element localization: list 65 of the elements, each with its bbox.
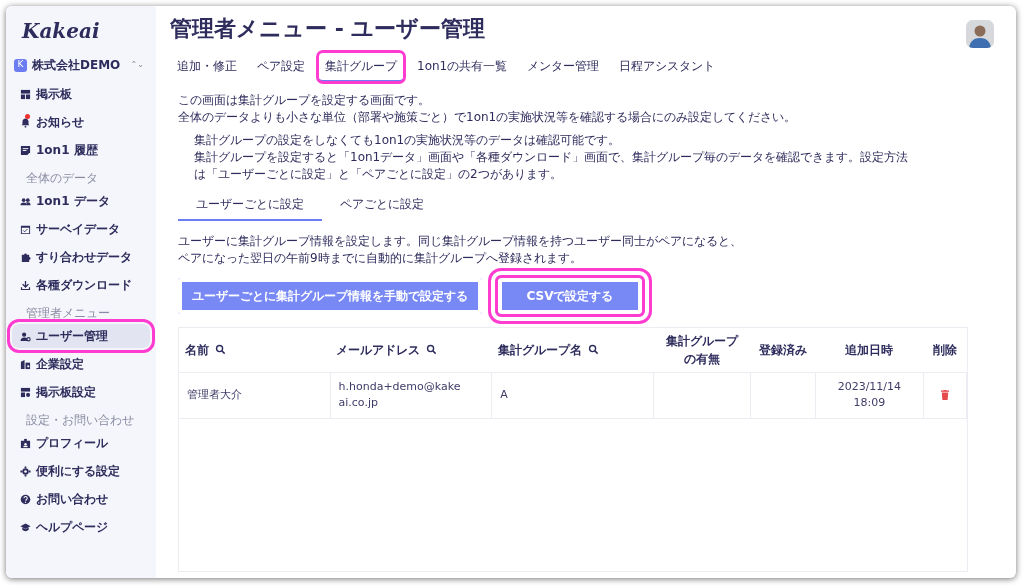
sidebar-item[interactable]: 掲示板設定 (12, 380, 150, 404)
search-icon[interactable] (426, 344, 437, 356)
download-icon (20, 279, 31, 291)
switcher-icon[interactable]: ⌃⌄ (130, 61, 144, 69)
description-text: ユーザーに集計グループ情報を設定します。同じ集計グループ情報を持つユーザー同士がペアになると、 (178, 233, 743, 251)
board-gear-icon (20, 386, 31, 398)
search-icon[interactable] (587, 344, 599, 356)
subtab[interactable]: ペアごとに設定 (322, 190, 442, 222)
user-gear-icon (20, 330, 31, 342)
intro-text: この画面は集計グループを設定する画面です。 (178, 92, 431, 110)
sidebar-item[interactable]: 掲示板 (12, 82, 150, 106)
delete-icon[interactable] (940, 390, 949, 401)
people-icon (20, 195, 31, 207)
board-icon (20, 88, 31, 100)
column-header: 集計グループ名 (497, 341, 582, 359)
section-heading: 設定・お問い合わせ (26, 412, 135, 428)
calendar-icon (20, 223, 31, 235)
sidebar-item[interactable]: サーベイデータ (12, 217, 150, 241)
avatar[interactable] (966, 20, 994, 48)
sidebar-item[interactable]: お知らせ (12, 110, 150, 134)
table-cell: 管理者大介 (187, 388, 242, 402)
description-text: ペアになった翌日の午前9時までに自動的に集計グループへ登録されます。 (178, 250, 583, 267)
tab[interactable]: ペア設定 (250, 52, 312, 83)
table-cell: h.honda+demo@kakeai.co.jp (338, 378, 461, 412)
note-icon (20, 144, 31, 156)
sidebar-item[interactable]: 企業設定 (12, 352, 150, 376)
column-header: 集計グループの有無 (665, 332, 740, 368)
table-cell: 2023/11/14 18:09 (837, 379, 902, 410)
tab[interactable]: 日程アシスタント (612, 52, 723, 83)
sidebar-item[interactable]: ヘルプページ (12, 515, 150, 539)
org-badge: K (14, 58, 27, 72)
help-icon (20, 493, 31, 505)
sidebar-item[interactable]: プロフィール (12, 431, 150, 455)
search-icon[interactable] (215, 344, 226, 356)
tab[interactable]: 追加・修正 (170, 52, 244, 83)
id-badge-icon (20, 437, 31, 449)
column-header: 名前 (185, 341, 209, 359)
note-text: 集計グループの設定をしなくても1on1の実施状況等のデータは確認可能です。 (194, 132, 622, 149)
sidebar-item[interactable]: お問い合わせ (12, 487, 150, 511)
sidebar-item[interactable]: 1on1 履歴 (12, 138, 150, 162)
sidebar-item[interactable]: 便利にする設定 (12, 459, 150, 483)
gear-icon (20, 465, 31, 477)
table-cell: A (500, 388, 508, 402)
graduation-cap-icon (20, 521, 31, 533)
intro-text: 全体のデータよりも小さな単位（部署や施策ごと）で1on1の実施状況等を確認する場合にのみ設定してください。 (178, 109, 798, 126)
subtab[interactable]: ユーザーごとに設定 (178, 190, 322, 222)
section-heading: 管理者メニュー (26, 305, 111, 321)
tab[interactable]: メンター管理 (520, 52, 607, 83)
sidebar-item[interactable]: 1on1 データ (12, 189, 150, 213)
logo[interactable]: Kakeai (22, 16, 100, 46)
section-heading: 全体のデータ (26, 170, 99, 186)
puzzle-icon (20, 251, 31, 263)
sidebar-item[interactable]: すり合わせデータ (12, 245, 150, 269)
tab[interactable]: 集計グループ (318, 52, 404, 83)
tab[interactable]: 1on1の共有一覧 (410, 52, 515, 83)
building-icon (20, 358, 31, 370)
org-name: 株式会社DEMO (32, 57, 121, 74)
column-header: 追加日時 (845, 341, 894, 359)
note-text: 集計グループを設定すると「1on1データ」画面や「各種ダウンロード」画面で、集計グループ毎のデータを確認できます。設定方法は「ユーザーごとに設定」と「ペアごとに設定」の2つがあります。 (194, 148, 910, 183)
column-header: 登録済み (759, 341, 808, 359)
page-title: 管理者メニュー - ユーザー管理 (170, 16, 486, 43)
bell-icon (20, 116, 31, 128)
column-header: メールアドレス (336, 341, 420, 359)
column-header: 削除 (932, 341, 957, 359)
sidebar-item[interactable]: 各種ダウンロード (12, 273, 150, 297)
